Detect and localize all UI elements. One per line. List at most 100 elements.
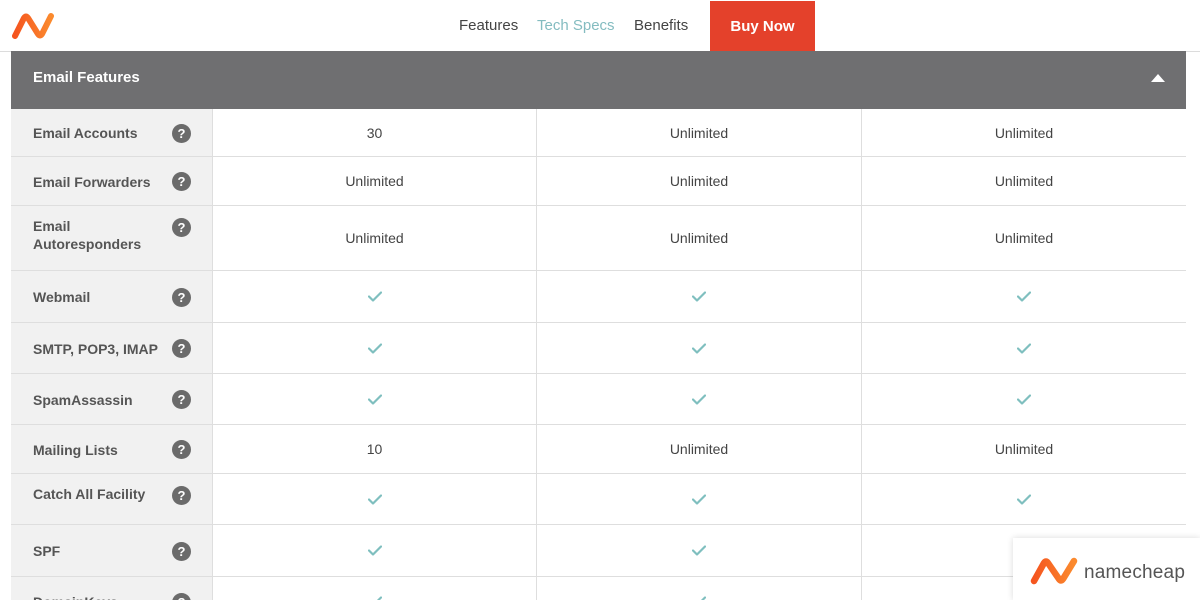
- caret-up-icon[interactable]: [1151, 74, 1165, 82]
- row-label-cell: Email Autoresponders?: [11, 206, 213, 270]
- feature-label: SMTP, POP3, IMAP: [33, 340, 158, 357]
- namecheap-logo-icon: [1030, 557, 1078, 585]
- checkmark-icon: [692, 493, 706, 505]
- checkmark-cell: [537, 474, 862, 524]
- email-features-section-header[interactable]: Email Features: [11, 51, 1186, 109]
- cell-value: Unlimited: [669, 124, 729, 141]
- checkmark-cell: [213, 577, 537, 600]
- cell-value: Unlimited: [345, 230, 404, 246]
- feature-label: DomainKeys: [33, 593, 168, 600]
- table-row: Email Autoresponders? Unlimited Unlimited U…: [11, 206, 1186, 271]
- feature-label: SPF: [33, 543, 61, 559]
- checkmark-cell: [213, 374, 537, 424]
- row-label-cell: Email Accounts?: [11, 109, 213, 156]
- help-question-icon[interactable]: ?: [172, 339, 191, 358]
- value-cell: Unlimited: [862, 109, 1186, 156]
- table-row: Catch All Facility?: [11, 474, 1186, 525]
- value-cell: Unlimited: [862, 157, 1186, 205]
- table-row: Mailing Lists? 10 Unlimited Unlimited: [11, 425, 1186, 474]
- value-cell: Unlimited: [537, 109, 862, 156]
- nav-tech-specs-link[interactable]: Tech Specs: [537, 17, 615, 34]
- checkmark-icon: [692, 291, 706, 302]
- checkmark-icon: [692, 545, 706, 556]
- checkmark-icon: [367, 493, 382, 505]
- row-label-cell: SpamAssassin?: [11, 374, 213, 424]
- top-navigation-bar: Features Tech Specs Benefits Buy Now: [0, 0, 1200, 52]
- checkmark-cell: [213, 271, 537, 322]
- table-row: SPF?: [11, 525, 1186, 577]
- value-cell: Unlimited: [862, 425, 1186, 473]
- nav-features-link[interactable]: Features: [459, 17, 518, 34]
- cell-value: Unlimited: [994, 230, 1054, 246]
- namecheap-logo-icon[interactable]: [12, 12, 54, 40]
- help-question-icon[interactable]: ?: [172, 592, 191, 600]
- table-row: Webmail?: [11, 271, 1186, 323]
- cell-value: 10: [366, 441, 383, 457]
- checkmark-icon: [367, 393, 382, 405]
- checkmark-icon: [1017, 493, 1031, 505]
- row-label-cell: SPF?: [11, 525, 213, 576]
- checkmark-cell: [862, 271, 1186, 322]
- checkmark-cell: [862, 374, 1186, 424]
- feature-label: Email Forwarders: [33, 173, 151, 190]
- checkmark-icon: [367, 545, 382, 556]
- help-question-icon[interactable]: ?: [172, 440, 191, 459]
- table-row: SMTP, POP3, IMAP?: [11, 323, 1186, 374]
- feature-label: Catch All Facility: [33, 486, 146, 502]
- row-label-cell: DomainKeys?: [11, 577, 213, 600]
- checkmark-cell: [213, 474, 537, 524]
- help-question-icon[interactable]: ?: [172, 390, 191, 409]
- value-cell: Unlimited: [537, 157, 862, 205]
- cell-value: Unlimited: [669, 441, 729, 457]
- help-question-icon[interactable]: ?: [172, 486, 191, 505]
- row-label-cell: SMTP, POP3, IMAP?: [11, 323, 213, 373]
- checkmark-icon: [692, 342, 706, 354]
- nav-benefits-link[interactable]: Benefits: [634, 17, 688, 34]
- help-question-icon[interactable]: ?: [172, 541, 191, 561]
- cell-value: Unlimited: [994, 124, 1054, 141]
- help-question-icon[interactable]: ?: [172, 172, 191, 191]
- cell-value: Unlimited: [994, 441, 1054, 457]
- value-cell: Unlimited: [862, 206, 1186, 270]
- checkmark-icon: [1017, 291, 1031, 302]
- value-cell: 10: [213, 425, 537, 473]
- value-cell: Unlimited: [537, 206, 862, 270]
- checkmark-icon: [700, 596, 706, 600]
- checkmark-icon: [367, 291, 382, 302]
- section-title: Email Features: [33, 69, 140, 86]
- value-cell: 30: [213, 109, 537, 156]
- feature-label: Webmail: [33, 289, 91, 305]
- checkmark-cell: [537, 525, 862, 576]
- row-label-cell: Catch All Facility?: [11, 474, 213, 524]
- checkmark-cell: [537, 271, 862, 322]
- checkmark-cell: [537, 577, 862, 600]
- checkmark-cell: [862, 474, 1186, 524]
- feature-label: Mailing Lists: [33, 441, 118, 458]
- help-question-icon[interactable]: ?: [172, 218, 191, 237]
- value-cell: Unlimited: [537, 425, 862, 473]
- checkmark-cell: [862, 323, 1186, 373]
- cell-value: Unlimited: [994, 173, 1054, 189]
- feature-label: SpamAssassin: [33, 391, 133, 408]
- checkmark-icon: [367, 342, 382, 354]
- cell-value: 30: [366, 124, 383, 141]
- feature-label: Email Accounts: [33, 125, 138, 141]
- table-row: DomainKeys?: [11, 577, 1186, 600]
- table-row: Email Forwarders? Unlimited Unlimited Unlim…: [11, 157, 1186, 206]
- help-question-icon[interactable]: ?: [172, 287, 191, 307]
- cell-value: Unlimited: [669, 230, 729, 246]
- namecheap-badge[interactable]: namecheap: [1013, 538, 1200, 600]
- table-row: SpamAssassin?: [11, 374, 1186, 425]
- value-cell: Unlimited: [213, 157, 537, 205]
- cell-value: Unlimited: [345, 173, 404, 189]
- row-label-cell: Mailing Lists?: [11, 425, 213, 473]
- feature-label: Email Autoresponders: [33, 218, 142, 252]
- checkmark-icon: [376, 596, 382, 600]
- checkmark-cell: [537, 323, 862, 373]
- badge-brand-text: namecheap: [1084, 562, 1186, 583]
- help-question-icon[interactable]: ?: [172, 123, 191, 143]
- table-row: Email Accounts? 30 Unlimited Unlimited: [11, 109, 1186, 157]
- row-label-cell: Email Forwarders?: [11, 157, 213, 205]
- checkmark-icon: [1017, 393, 1031, 405]
- buy-now-button[interactable]: Buy Now: [710, 1, 815, 51]
